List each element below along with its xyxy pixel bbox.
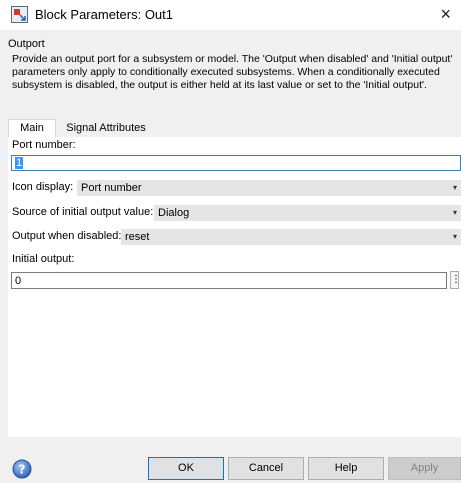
icon-display-value: Port number	[81, 182, 142, 194]
window-title: Block Parameters: Out1	[35, 7, 173, 22]
icon-display-label: Icon display:	[12, 181, 74, 193]
initial-output-field[interactable]: 0	[11, 272, 447, 289]
apply-button[interactable]: Apply	[388, 457, 461, 480]
source-initial-dropdown[interactable]: Dialog ▾	[154, 205, 461, 221]
dropdown-arrow-icon: ▾	[452, 183, 457, 192]
tab-signal-attributes[interactable]: Signal Attributes	[58, 120, 154, 137]
initial-output-label: Initial output:	[12, 253, 75, 265]
output-disabled-label: Output when disabled:	[12, 230, 122, 242]
more-options-button[interactable]: ⋮	[450, 271, 461, 289]
dropdown-arrow-icon: ▾	[452, 232, 457, 241]
help-question-icon[interactable]: ?	[12, 459, 32, 479]
output-disabled-dropdown[interactable]: reset ▾	[121, 229, 461, 245]
block-description: Provide an output port for a subsystem o…	[12, 53, 453, 91]
svg-text:?: ?	[19, 463, 26, 477]
simulink-block-icon	[11, 6, 28, 23]
port-number-label: Port number:	[12, 139, 76, 151]
dropdown-arrow-icon: ▾	[452, 208, 457, 217]
icon-display-dropdown[interactable]: Port number ▾	[77, 180, 461, 196]
title-bar: Block Parameters: Out1 ×	[0, 0, 461, 30]
port-number-field[interactable]: 1	[11, 155, 461, 171]
ok-button[interactable]: OK	[148, 457, 224, 480]
help-button[interactable]: Help	[308, 457, 384, 480]
source-initial-value: Dialog	[158, 207, 190, 219]
close-icon[interactable]: ×	[440, 3, 451, 25]
cancel-button[interactable]: Cancel	[228, 457, 304, 480]
port-number-value: 1	[15, 157, 24, 169]
tab-main[interactable]: Main	[8, 119, 56, 138]
block-type-name: Outport	[8, 38, 45, 50]
source-initial-label: Source of initial output value:	[12, 206, 154, 218]
initial-output-value: 0	[15, 275, 22, 287]
output-disabled-value: reset	[125, 231, 150, 243]
